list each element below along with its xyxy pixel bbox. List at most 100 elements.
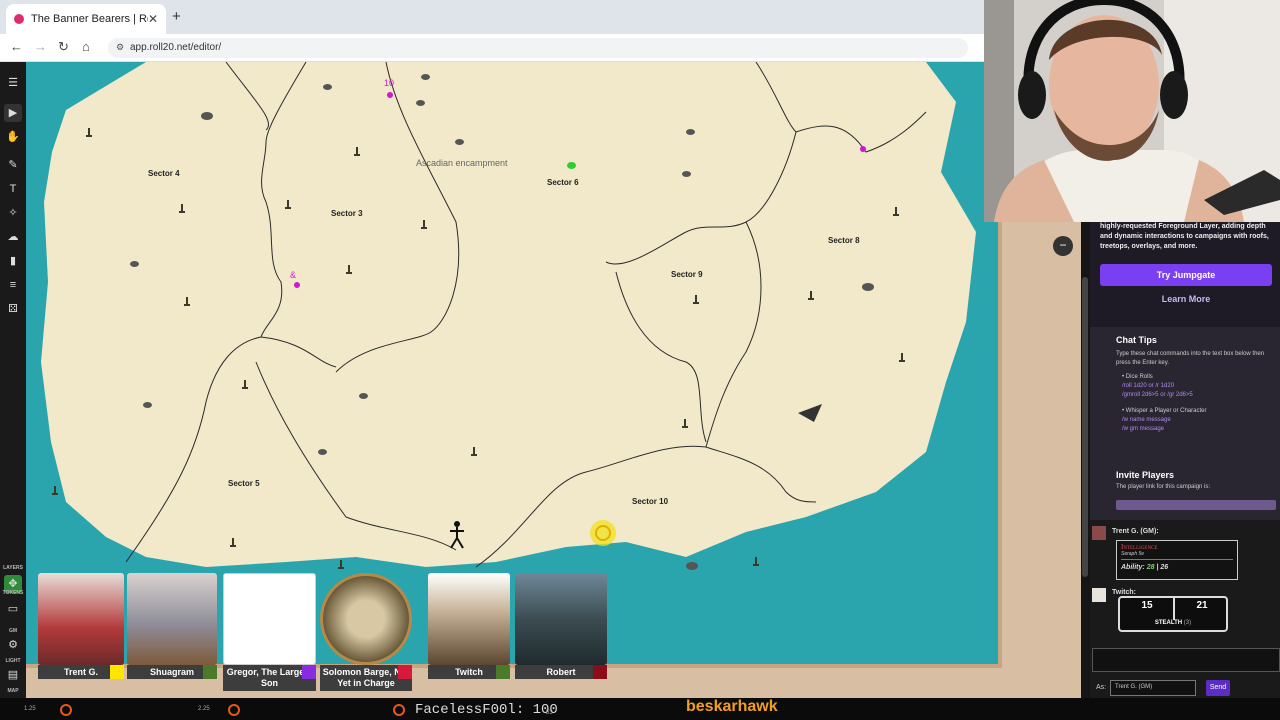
chat-tips-body: Type these chat commands into the text b… <box>1116 351 1265 366</box>
scroll-thumb[interactable] <box>1082 277 1088 577</box>
rock-icon <box>318 449 327 455</box>
invite-link-field[interactable] <box>1116 500 1276 510</box>
light-label: LIGHT <box>5 658 21 664</box>
roll-value: 21 <box>1196 600 1208 611</box>
selected-token-marker-icon[interactable] <box>587 517 619 549</box>
chat-message: Twitch: 15 21 STEALTH (3) <box>1090 586 1280 642</box>
address-bar: ← → ↻ ⌂ ⚙ app.roll20.net/editor/ <box>0 34 984 62</box>
overlay-score-text: FacelessF00l: 100 <box>415 702 558 718</box>
rock-icon <box>130 261 139 267</box>
layers-label: LAYERS <box>3 565 23 571</box>
browser-tab[interactable]: The Banner Bearers | Roll20 ✕ <box>6 4 166 34</box>
sector-label: Sector 10 <box>632 497 669 506</box>
sidebar-scrollbar[interactable] <box>1081 222 1090 698</box>
overlay-small-number: 53 <box>546 710 553 716</box>
whisper-gm-command: /w gm message <box>1122 426 1165 432</box>
player-card[interactable]: Trent G. <box>38 573 124 701</box>
map-marker-symbol: & <box>290 270 297 280</box>
tree-icon <box>808 291 814 300</box>
pan-tool-icon[interactable]: ✋ <box>4 128 22 146</box>
roll-value: 28 <box>1146 564 1155 571</box>
rock-icon <box>323 84 332 90</box>
sector-label: Sector 6 <box>547 178 579 187</box>
player-card[interactable]: Shuagram <box>127 573 217 701</box>
new-tab-button[interactable]: + <box>172 8 181 25</box>
back-icon[interactable]: ← <box>10 39 23 54</box>
invite-title: Invite Players <box>1116 470 1175 480</box>
tree-icon <box>338 560 344 569</box>
rock-icon <box>686 129 695 135</box>
forward-icon[interactable]: → <box>34 39 47 54</box>
player-card[interactable]: Robert <box>515 573 607 701</box>
url-field[interactable]: ⚙ app.roll20.net/editor/ <box>108 38 968 58</box>
dice-tool-icon[interactable]: ⚄ <box>4 300 22 318</box>
player-avatar <box>320 573 412 665</box>
fog-tool-icon[interactable]: ☁ <box>4 228 22 246</box>
zoom-out-button[interactable]: − <box>1053 236 1073 256</box>
sector-label: Sector 8 <box>828 236 860 245</box>
map-pin[interactable] <box>294 282 300 288</box>
player-avatar <box>38 573 124 665</box>
gm-label: GM <box>8 628 18 634</box>
gmroll-command: /gmroll 2d6>5 or /gr 2d6>5 <box>1122 392 1193 398</box>
overlay-small-number: 2.25 <box>198 706 210 712</box>
site-info-icon[interactable]: ⚙ <box>116 42 124 53</box>
try-jumpgate-button[interactable]: Try Jumpgate <box>1100 264 1272 286</box>
light-layer-icon[interactable]: ⚙ <box>4 636 22 654</box>
vtt-canvas[interactable]: Sector 4 Sector 3 Sector 6 Sector 8 Sect… <box>0 62 1090 698</box>
invite-players-panel: Invite Players The player link for this … <box>1090 470 1280 520</box>
browser-tab-bar: The Banner Bearers | Roll20 ✕ + <box>0 0 984 34</box>
player-card[interactable]: Gregor, The Largest Son <box>223 573 316 701</box>
map-annotation: Ascadian encampment <box>416 158 508 168</box>
gm-layer-icon[interactable]: ▭ <box>4 600 22 618</box>
player-avatar <box>223 573 316 665</box>
tree-icon <box>899 353 905 362</box>
player-color-swatch[interactable] <box>302 665 316 679</box>
tree-icon <box>893 207 899 216</box>
map-marker-number: 10 <box>384 78 395 88</box>
player-avatar <box>428 573 510 665</box>
figure-token-icon[interactable] <box>446 520 468 550</box>
player-avatar <box>515 573 607 665</box>
dice-rolls-title: Dice Rolls <box>1122 373 1280 382</box>
select-tool-icon[interactable]: ▶ <box>4 104 22 122</box>
ruler-tool-icon[interactable]: ▮ <box>4 252 22 270</box>
draw-tool-icon[interactable]: ✎ <box>4 156 22 174</box>
sector-label: Sector 3 <box>331 209 363 218</box>
wand-tool-icon[interactable]: ✧ <box>4 204 22 222</box>
tree-icon <box>52 486 58 495</box>
roll-label: Ability: <box>1121 564 1145 571</box>
home-icon[interactable]: ⌂ <box>82 39 90 54</box>
roll-result-card: 15 21 STEALTH (3) <box>1118 596 1228 632</box>
map-pin[interactable] <box>860 146 866 152</box>
player-card[interactable]: Twitch <box>428 573 510 701</box>
map-pin[interactable] <box>567 162 576 169</box>
player-color-swatch[interactable] <box>110 665 124 679</box>
map-layer-icon[interactable]: ▤ <box>4 666 22 684</box>
player-color-swatch[interactable] <box>398 665 412 679</box>
close-tab-icon[interactable]: ✕ <box>148 12 158 26</box>
player-color-swatch[interactable] <box>203 665 217 679</box>
player-color-swatch[interactable] <box>593 665 607 679</box>
rock-icon <box>201 112 213 120</box>
tree-icon <box>230 538 236 547</box>
streamer-camera-image <box>984 0 1280 222</box>
chat-input[interactable] <box>1092 648 1280 672</box>
reload-icon[interactable]: ↻ <box>58 39 69 55</box>
tokens-label: TOKENS <box>2 590 24 596</box>
player-color-swatch[interactable] <box>496 665 510 679</box>
notes-tool-icon[interactable]: ≡ <box>4 276 22 294</box>
menu-icon[interactable]: ☰ <box>4 74 22 92</box>
roll-value: 15 <box>1141 600 1153 611</box>
learn-more-link[interactable]: Learn More <box>1100 294 1272 304</box>
player-card[interactable]: Solomon Barge, Not Yet in Charge <box>320 573 412 701</box>
text-tool-icon[interactable]: T <box>4 180 22 198</box>
url-text: app.roll20.net/editor/ <box>130 42 222 53</box>
send-button[interactable]: Send <box>1206 680 1230 696</box>
rock-icon <box>359 393 368 399</box>
map-pin[interactable] <box>387 92 393 98</box>
ship-token-icon[interactable] <box>796 402 824 424</box>
rock-icon <box>143 402 152 408</box>
speak-as-select[interactable]: Trent G. (GM) <box>1110 680 1196 696</box>
tree-icon <box>354 147 360 156</box>
